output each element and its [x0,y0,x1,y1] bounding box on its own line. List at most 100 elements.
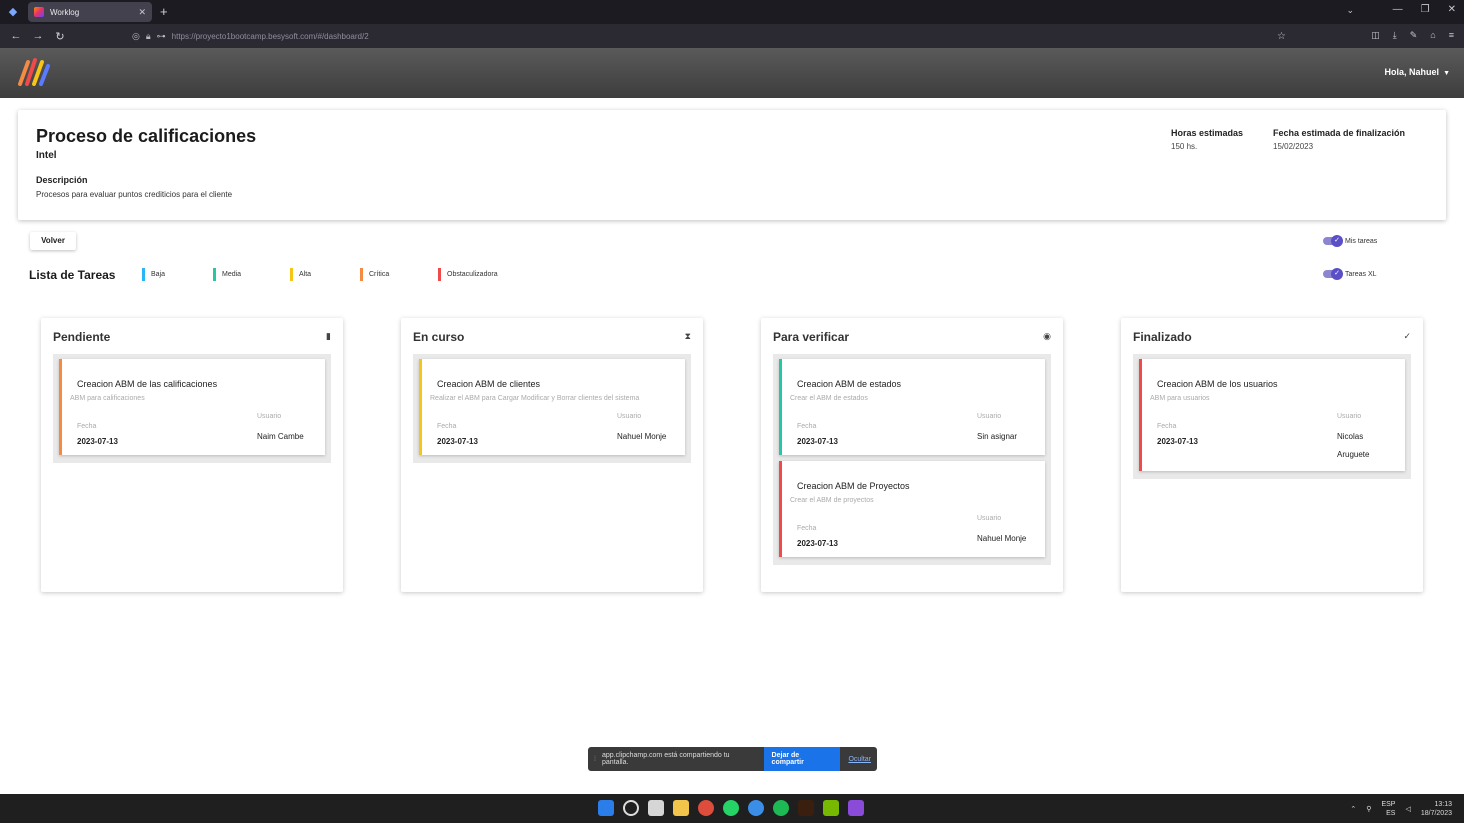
worklog-favicon-icon [34,7,44,17]
xl-tasks-toggle[interactable]: ✓ Tareas XL [1323,268,1377,280]
project-title: Proceso de calificaciones [36,126,257,146]
my-tasks-toggle[interactable]: ✓ Mis tareas [1323,235,1378,247]
legend-label: Media [222,270,242,278]
task-user: Nicolas Aruguete [1337,432,1370,459]
hide-button[interactable]: Ocultar [848,756,871,763]
task-date-label: Fecha [77,423,97,430]
task-description: Crear el ABM de estados [790,395,868,402]
url-text[interactable]: https://proyecto1bootcamp.besysoft.com/#… [172,32,369,41]
spotify-icon[interactable] [773,800,789,816]
reload-icon[interactable]: ↻ [54,30,66,43]
whatsapp-icon[interactable] [723,800,739,816]
clock[interactable]: 13:13 18/7/2023 [1421,800,1452,818]
restore-icon[interactable]: ❐ [1421,4,1430,15]
user-menu[interactable]: Hola, Nahuel ▼ [1385,67,1450,77]
lock-icon[interactable]: 🔒︎ [146,31,151,42]
check-icon: ✓ [1331,235,1343,247]
close-tab-icon[interactable]: ✕ [138,7,146,18]
estimated-end-date: Fecha estimada de finalización 15/02/202… [1273,128,1405,151]
close-window-icon[interactable]: ✕ [1448,4,1456,15]
toggle-track[interactable]: ✓ [1323,268,1343,280]
new-tab-icon[interactable]: + [160,4,168,19]
url-bar[interactable]: ◎ 🔒︎ ⊶ https://proyecto1bootcamp.besysof… [132,27,1292,45]
os-taskbar: ⌃ ⚲ ESP ES ◁ 13:13 18/7/2023 [0,794,1464,823]
permissions-icon[interactable]: ⊶ [157,31,166,42]
edge-icon[interactable] [748,800,764,816]
file-explorer-icon[interactable] [673,800,689,816]
task-user: Nahuel Monje [977,534,1027,543]
task-description: ABM para usuarios [1150,395,1210,402]
bookmark-star-icon[interactable]: ☆ [1277,31,1286,42]
legend-swatch [213,267,216,281]
worklog-logo-icon[interactable] [16,56,52,86]
task-user: Nahuel Monje [617,432,667,441]
search-icon[interactable] [623,800,639,816]
task-card[interactable]: Creacion ABM de estados Crear el ABM de … [779,359,1045,455]
description-label: Descripción [36,175,88,185]
task-user-label: Usuario [977,413,1002,420]
extensions-icon[interactable]: ⌂ [1430,30,1435,41]
task-description: Realizar el ABM para Cargar Modificar y … [430,395,640,402]
clipchamp-icon[interactable] [848,800,864,816]
file-icon: ▮ [326,331,331,341]
legend-item-alta: Alta [290,267,311,281]
legend-label: Baja [151,270,166,278]
task-card[interactable]: Creacion ABM de Proyectos Crear el ABM d… [779,461,1045,557]
check-icon: ✓ [1331,268,1343,280]
tools-icon[interactable]: ✎ [1410,30,1418,41]
task-view-icon[interactable] [648,800,664,816]
xl-tasks-label: Tareas XL [1345,270,1377,278]
task-card[interactable]: Creacion ABM de las calificaciones ABM p… [59,359,325,455]
chevron-up-icon[interactable]: ⌃ [1350,805,1356,813]
language-indicator[interactable]: ESP ES [1381,800,1395,818]
task-date: 2023-07-13 [437,437,478,446]
stop-sharing-button[interactable]: Dejar de compartir [763,747,841,771]
task-date-label: Fecha [797,423,817,430]
nvidia-icon[interactable] [823,800,839,816]
shield-icon[interactable]: ◎ [132,31,140,42]
task-list-title: Lista de Tareas [29,268,116,282]
browser-tab[interactable]: Worklog ✕ [28,2,152,22]
drag-handle-icon[interactable]: ⁞ [594,756,596,763]
estimated-hours: Horas estimadas 150 hs. [1171,128,1243,151]
minimize-icon[interactable]: — [1393,4,1403,15]
task-card[interactable]: Creacion ABM de clientes Realizar el ABM… [419,359,685,455]
column-en-curso: En curso ⧗ Creacion ABM de clientes Real… [401,318,703,592]
clock-date: 18/7/2023 [1420,810,1452,817]
task-user-label: Usuario [617,413,642,420]
estimated-end-value: 15/02/2023 [1273,142,1314,151]
browser-menu-icon[interactable]: ◆ [6,5,20,19]
column-para-verificar: Para verificar ◉ Creacion ABM de estados… [761,318,1063,592]
task-date: 2023-07-13 [1157,437,1198,446]
column-title: Para verificar [773,330,850,344]
legend-swatch [142,267,145,281]
toggle-track[interactable]: ✓ [1323,235,1343,247]
download-icon[interactable]: ⤓ [1393,30,1397,41]
task-user-label: Usuario [977,515,1002,522]
volume-icon[interactable]: ◁ [1405,805,1410,813]
illustrator-icon[interactable] [798,800,814,816]
browser-tab-bar: ◆ Worklog ✕ + ⌄ — ❐ ✕ [0,0,1464,24]
browser-tab-title: Worklog [50,7,80,17]
my-tasks-label: Mis tareas [1345,237,1378,245]
hourglass-icon: ⧗ [684,331,691,341]
task-card[interactable]: Creacion ABM de los usuarios ABM para us… [1139,359,1405,471]
task-tray: Creacion ABM de estados Crear el ABM de … [773,354,1051,565]
chrome-icon[interactable] [698,800,714,816]
check-icon: ✓ [1403,331,1411,341]
windows-start-icon[interactable] [598,800,614,816]
legend-item-media: Media [213,267,241,281]
user-greeting: Hola, Nahuel [1384,67,1440,77]
network-icon[interactable]: ⚲ [1366,805,1371,813]
description-text: Procesos para evaluar puntos crediticios… [36,190,233,199]
legend-swatch [438,267,441,281]
pocket-icon[interactable]: ◫ [1371,30,1380,41]
back-arrow-icon[interactable]: ← [10,30,22,42]
tab-list-chevron-icon[interactable]: ⌄ [1346,5,1354,16]
project-card: Proceso de calificaciones Intel Descripc… [18,110,1446,220]
hamburger-menu-icon[interactable]: ≡ [1449,30,1454,41]
task-user-label: Usuario [257,413,282,420]
window-controls: — ❐ ✕ [1393,4,1456,15]
forward-arrow-icon[interactable]: → [32,30,44,42]
back-button[interactable]: Volver [30,232,76,250]
